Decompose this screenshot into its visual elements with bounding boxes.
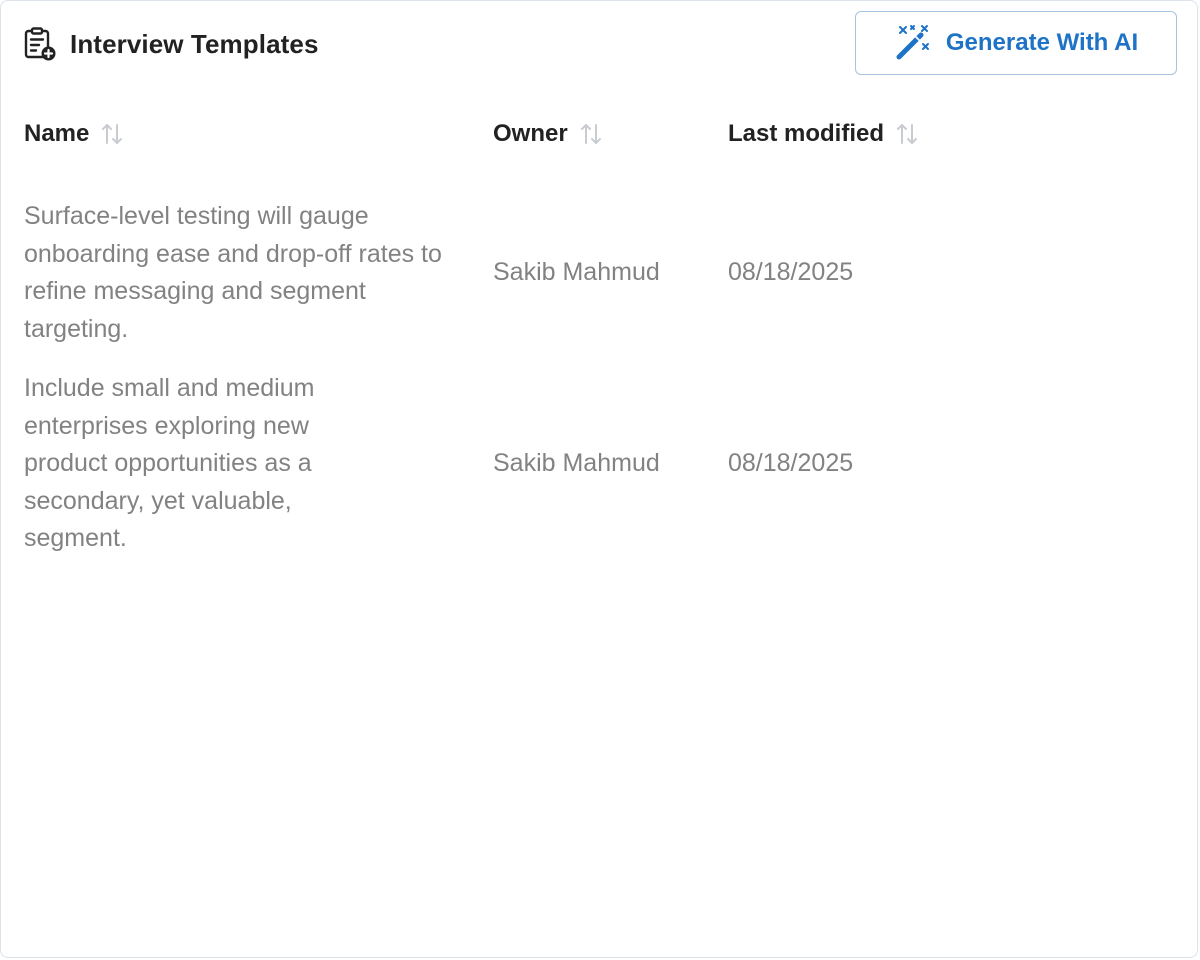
- page-title: Interview Templates: [70, 28, 319, 59]
- clipboard-add-icon: [24, 27, 56, 61]
- sort-icon: [102, 124, 123, 144]
- column-header-label: Last modified: [728, 120, 885, 147]
- column-header-label: Owner: [493, 120, 568, 147]
- panel-header: Interview Templates: [22, 25, 319, 63]
- template-name: Include small and medium enterprises exp…: [24, 374, 315, 552]
- sort-icon: [580, 124, 601, 144]
- template-last-modified: 08/18/2025: [728, 449, 854, 477]
- generate-with-ai-label: Generate With AI: [945, 29, 1139, 56]
- interview-templates-panel: Interview Templates Generate With AI Nam…: [0, 0, 1198, 958]
- template-last-modified: 08/18/2025: [728, 258, 854, 286]
- template-name: Surface-level testing will gauge onboard…: [24, 202, 442, 343]
- template-owner: Sakib Mahmud: [493, 449, 660, 477]
- column-header-name[interactable]: Name: [24, 117, 125, 151]
- column-header-label: Name: [24, 120, 90, 147]
- column-header-owner[interactable]: Owner: [493, 117, 604, 151]
- template-owner: Sakib Mahmud: [493, 258, 660, 286]
- generate-with-ai-button[interactable]: Generate With AI: [855, 11, 1177, 75]
- magic-wand-icon: [896, 25, 929, 60]
- column-header-last-modified[interactable]: Last modified: [728, 117, 920, 151]
- sort-icon: [897, 124, 918, 144]
